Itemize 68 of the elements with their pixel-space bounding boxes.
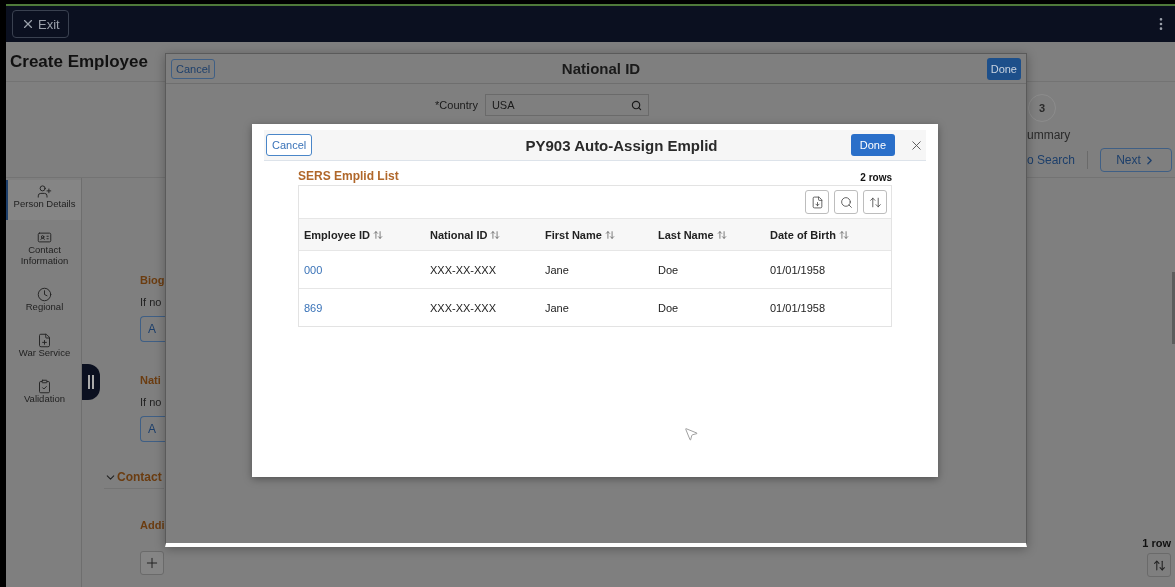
sort-icon [839, 229, 849, 240]
next-button[interactable]: Next [1100, 148, 1173, 172]
pointer-icon [683, 426, 699, 442]
section-note: If no [140, 296, 163, 308]
cancel-button[interactable]: Cancel [171, 58, 216, 79]
sidebar-item[interactable]: Contact Information [6, 225, 81, 277]
search-icon [839, 195, 853, 209]
id-card-icon [37, 229, 52, 245]
table-cell-text: Jane [545, 263, 570, 276]
list-title: SERS Emplid List [298, 169, 399, 183]
modal-title: National ID [561, 60, 641, 77]
clipboard-icon [37, 378, 52, 394]
sort-icon [373, 229, 384, 240]
row-count: 2 rows [860, 172, 892, 183]
download-button[interactable] [805, 190, 829, 214]
plus-icon [144, 555, 160, 571]
country-field[interactable]: USA [484, 94, 649, 116]
search-icon[interactable] [630, 99, 642, 111]
table-cell-text: Jane [545, 301, 570, 314]
table-cell-text: 01/01/1958 [770, 263, 827, 276]
sort-icon [716, 229, 727, 240]
document-icon [37, 332, 52, 348]
sort-button[interactable] [863, 190, 887, 214]
sort-icon [490, 229, 501, 240]
sidebar-item[interactable]: Regional [6, 282, 81, 323]
table-cell-text: XXX-XX-XXX [430, 263, 498, 276]
section-toggle[interactable]: Contact [104, 470, 164, 489]
row-count: 1 row [1142, 537, 1171, 549]
done-button[interactable]: Done [850, 134, 895, 156]
clock-icon [37, 286, 52, 302]
column-header[interactable]: First Name [545, 228, 658, 241]
exit-button[interactable]: Exit [12, 10, 69, 38]
column-header[interactable]: Date of Birth [770, 228, 891, 241]
section-note: If no [140, 396, 163, 408]
column-header[interactable]: Last Name [658, 228, 770, 241]
add-row-button[interactable] [140, 551, 164, 575]
scrollbar[interactable] [1172, 272, 1175, 344]
table-cell-text: XXX-XX-XXX [430, 301, 498, 314]
back-link[interactable]: o Search [1027, 153, 1076, 167]
download-icon [810, 195, 824, 209]
collapse-handle[interactable] [82, 364, 100, 400]
table-cell-text: 01/01/1958 [770, 301, 827, 314]
pause-bars-icon [88, 375, 94, 389]
employee-id-link[interactable]: 869 [304, 301, 430, 314]
person-plus-icon [37, 184, 52, 199]
sidebar-item[interactable]: Person Details [6, 180, 81, 220]
column-header[interactable]: Employee ID [304, 228, 430, 241]
sort-button[interactable] [1147, 553, 1171, 577]
column-header[interactable]: National ID [430, 228, 545, 241]
field-label: *Country [435, 99, 478, 111]
section-heading: Nati [140, 374, 162, 386]
sort-icon [868, 195, 882, 209]
search-button[interactable] [834, 190, 858, 214]
done-button[interactable]: Done [986, 57, 1021, 80]
section-heading: Biog [140, 274, 165, 286]
table-cell-text: Doe [658, 301, 680, 314]
close-icon [21, 17, 35, 31]
sidebar-item[interactable]: Validation [6, 374, 81, 415]
step-label: ummary [1027, 128, 1072, 142]
subsection-heading: Addi [140, 519, 165, 531]
sidebar-item[interactable]: War Service [6, 328, 81, 369]
table-cell-text: Doe [658, 263, 680, 276]
dialog-title: PY903 Auto-Assign Emplid [524, 136, 719, 154]
cancel-button[interactable]: Cancel [266, 134, 313, 156]
page-title: Create Employee [10, 51, 148, 72]
employee-id-link[interactable]: 000 [304, 263, 430, 276]
sort-icon [604, 229, 615, 240]
sort-icon [1152, 558, 1166, 572]
